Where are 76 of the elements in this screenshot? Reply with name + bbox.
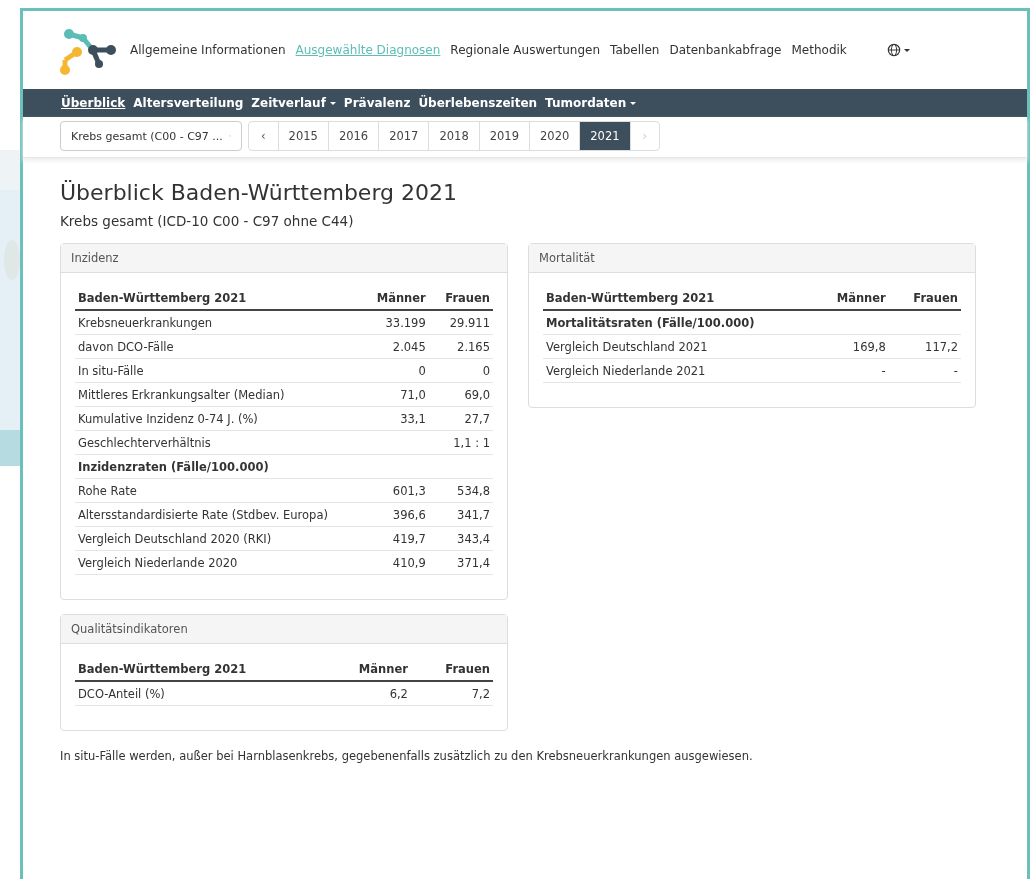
card-title: Inzidenz	[61, 244, 507, 273]
column-header: Baden-Württemberg 2021	[75, 287, 360, 310]
table-cell: Altersstandardisierte Rate (Stdbev. Europa)	[75, 502, 360, 527]
page-title: Überblick Baden-Württemberg 2021	[60, 180, 458, 205]
column-header: Baden-Württemberg 2021	[75, 658, 323, 681]
diagnosis-select[interactable]: Krebs gesamt (C00 - C97 ...	[60, 121, 242, 151]
year-button[interactable]: 2016	[327, 122, 379, 150]
table-cell: 410,9	[359, 550, 429, 575]
table-cell: 27,7	[428, 406, 493, 431]
globe-icon[interactable]	[886, 43, 901, 57]
section-heading: Mortalitätsraten (Fälle/100.000)	[543, 310, 812, 335]
column-header: Männer	[811, 287, 889, 310]
column-header: Frauen	[410, 658, 493, 681]
nav-tab[interactable]: Prävalenz	[339, 96, 415, 110]
nav-tab[interactable]: Überblick	[57, 96, 130, 110]
table-cell: Rohe Rate	[75, 478, 360, 503]
nav-tab[interactable]: Tumordaten	[541, 96, 641, 110]
table-cell: 7,2	[410, 681, 493, 706]
year-button[interactable]: 2019	[478, 122, 529, 150]
table-cell: 33,1	[359, 406, 429, 431]
year-button[interactable]: 2021	[579, 122, 630, 150]
card-title: Mortalität	[529, 244, 975, 273]
table-cell: 2.165	[428, 334, 493, 359]
table-cell: Krebsneuerkrankungen	[75, 310, 360, 335]
table-cell: Mittleres Erkrankungsalter (Median)	[75, 382, 360, 407]
nav-link[interactable]: Datenbankabfrage	[664, 43, 787, 57]
nav-link[interactable]: Regionale Auswertungen	[445, 43, 606, 57]
column-header: Männer	[322, 658, 411, 681]
table-cell: 419,7	[359, 526, 429, 551]
column-header: Frauen	[428, 287, 493, 310]
table-cell: 117,2	[888, 334, 961, 359]
nav-link[interactable]: Tabellen	[605, 43, 665, 57]
table-cell: 33.199	[359, 310, 429, 335]
table-cell: 1,1 : 1	[428, 430, 493, 455]
table-cell: Vergleich Deutschland 2020 (RKI)	[75, 526, 360, 551]
table-cell: 396,6	[359, 502, 429, 527]
year-button[interactable]: 2018	[428, 122, 479, 150]
section-heading: Inzidenzraten (Fälle/100.000)	[75, 454, 360, 479]
table-cell: Geschlechterverhältnis	[75, 430, 360, 455]
table-cell: Vergleich Niederlande 2021	[543, 358, 812, 383]
table-cell: 341,7	[428, 502, 493, 527]
previous-button[interactable]: ‹	[249, 122, 278, 150]
year-button[interactable]: 2017	[378, 122, 429, 150]
table-cell: davon DCO-Fälle	[75, 334, 360, 359]
column-header: Baden-Württemberg 2021	[543, 287, 812, 310]
table-cell: Kumulative Inzidenz 0-74 J. (%)	[75, 406, 360, 431]
column-header: Männer	[359, 287, 429, 310]
year-button[interactable]: 2015	[277, 122, 328, 150]
table-cell: -	[811, 358, 889, 383]
table-cell: 534,8	[428, 478, 493, 503]
table-cell: 6,2	[322, 681, 411, 706]
table-cell: 169,8	[811, 334, 889, 359]
column-header: Frauen	[888, 287, 961, 310]
table-cell: Vergleich Niederlande 2020	[75, 550, 360, 575]
nav-link[interactable]: Methodik	[786, 43, 852, 57]
nav-tab[interactable]: Überlebenszeiten	[414, 96, 542, 110]
page-subtitle: Krebs gesamt (ICD-10 C00 - C97 ohne C44)	[60, 213, 355, 229]
caret-icon[interactable]	[903, 48, 910, 52]
table-cell: -	[888, 358, 961, 383]
table-cell: Vergleich Deutschland 2021	[543, 334, 812, 359]
nav-link[interactable]: Allgemeine Informationen	[125, 43, 291, 57]
table-cell: 0	[428, 358, 493, 383]
table-cell: 343,4	[428, 526, 493, 551]
table-cell: DCO-Anteil (%)	[75, 681, 323, 706]
nav-tab[interactable]: Zeitverlauf	[247, 96, 340, 110]
footnote: In situ-Fälle werden, außer bei Harnblasenkrebs, gegebenenfalls zusätzlich zu den Krebsneuerkrankungen ausgewiesen.	[60, 749, 754, 763]
table-cell: 29.911	[428, 310, 493, 335]
table-cell: 71,0	[359, 382, 429, 407]
table-cell: 371,4	[428, 550, 493, 575]
table-cell: 601,3	[359, 478, 429, 503]
nav-tab[interactable]: Altersverteilung	[129, 96, 248, 110]
card-title: Qualitätsindikatoren	[61, 615, 507, 644]
table-cell: In situ-Fälle	[75, 358, 360, 383]
table-cell: 2.045	[359, 334, 429, 359]
table-cell: 0	[359, 358, 429, 383]
table-cell: 69,0	[428, 382, 493, 407]
